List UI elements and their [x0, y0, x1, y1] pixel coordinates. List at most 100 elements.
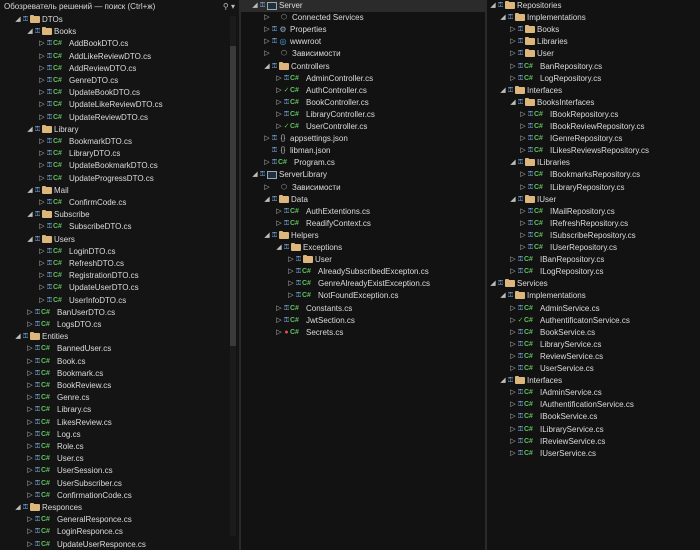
collapse-arrow-icon[interactable]: ▷ — [287, 266, 295, 278]
tree-item[interactable]: ▷ ⚿C# ConfirmationCode.cs — [0, 490, 239, 502]
tree-item[interactable]: ▷ ⚿C# RefreshDTO.cs — [0, 258, 239, 270]
tree-item[interactable]: ▷ ⚿C# BanUserDTO.cs — [0, 307, 239, 319]
collapse-arrow-icon[interactable]: ▷ — [509, 61, 517, 73]
tree-item[interactable]: ▷ ⚿C# UpdateReviewDTO.cs — [0, 112, 239, 124]
collapse-arrow-icon[interactable]: ▷ — [26, 307, 34, 319]
tree-item[interactable]: ▷ ⚿C# IUserRepository.cs — [487, 242, 700, 254]
collapse-arrow-icon[interactable]: ▷ — [275, 218, 283, 230]
tree-item[interactable]: ▷ ⚿C# ReviewService.cs — [487, 351, 700, 363]
tree-item[interactable]: ▷ ⚿C# LibraryController.cs — [241, 109, 485, 121]
tree-item[interactable]: ▷ ⚿C# UpdateLikeReviewDTO.cs — [0, 99, 239, 111]
collapse-arrow-icon[interactable]: ▷ — [38, 38, 46, 50]
collapse-arrow-icon[interactable]: ▷ — [26, 417, 34, 429]
collapse-arrow-icon[interactable]: ▷ — [519, 218, 527, 230]
tree-item[interactable]: ◢ ⚿ Repositories — [487, 0, 700, 12]
tree-item[interactable]: ◢ ⚿ Subscribe — [0, 209, 239, 221]
expand-arrow-icon[interactable]: ◢ — [489, 278, 497, 290]
expand-arrow-icon[interactable]: ◢ — [14, 331, 22, 343]
tree-item[interactable]: ▷ ⚿C# BanRepository.cs — [487, 61, 700, 73]
collapse-arrow-icon[interactable]: ▷ — [38, 87, 46, 99]
tree-item[interactable]: ▷ ⚿C# Bookmark.cs — [0, 368, 239, 380]
collapse-arrow-icon[interactable]: ▷ — [26, 478, 34, 490]
tree-item[interactable]: ▷ ⚿C# RegistrationDTO.cs — [0, 270, 239, 282]
tree-item[interactable]: ▷ ⚿C# IBookService.cs — [487, 411, 700, 423]
tree-item[interactable]: ◢ ⚿ IUser — [487, 194, 700, 206]
collapse-arrow-icon[interactable]: ▷ — [26, 356, 34, 368]
tree-item[interactable]: ◢ ⚿ Services — [487, 278, 700, 290]
tree-item[interactable]: ▷ ⚿C# UpdateBookmarkDTO.cs — [0, 160, 239, 172]
tree-item[interactable]: ▷ ⚿C# Constants.cs — [241, 303, 485, 315]
collapse-arrow-icon[interactable]: ▷ — [519, 206, 527, 218]
tree-item[interactable]: ▷ ⬡ Зависимости — [241, 182, 485, 194]
collapse-arrow-icon[interactable]: ▷ — [509, 387, 517, 399]
collapse-arrow-icon[interactable]: ▷ — [38, 197, 46, 209]
tree-item[interactable]: ▷ ⚿C# Book.cs — [0, 356, 239, 368]
expand-arrow-icon[interactable]: ◢ — [499, 375, 507, 387]
collapse-arrow-icon[interactable]: ▷ — [275, 85, 283, 97]
tree-item[interactable]: ◢ ⚿ ILibraries — [487, 157, 700, 169]
collapse-arrow-icon[interactable]: ▷ — [275, 109, 283, 121]
tree-item[interactable]: ◢ ⚿ BooksInterfaces — [487, 97, 700, 109]
collapse-arrow-icon[interactable]: ▷ — [275, 315, 283, 327]
tree-item[interactable]: ▷ ⚿C# BookService.cs — [487, 327, 700, 339]
collapse-arrow-icon[interactable]: ▷ — [38, 148, 46, 160]
tree-item[interactable]: ▷ ⚿C# GenreAlreadyExistException.cs — [241, 278, 485, 290]
collapse-arrow-icon[interactable]: ▷ — [519, 121, 527, 133]
collapse-arrow-icon[interactable]: ▷ — [509, 363, 517, 375]
collapse-arrow-icon[interactable]: ▷ — [263, 182, 271, 194]
tree-item[interactable]: ▷ ⚿C# IUserService.cs — [487, 448, 700, 460]
collapse-arrow-icon[interactable]: ▷ — [38, 270, 46, 282]
collapse-arrow-icon[interactable]: ▷ — [38, 136, 46, 148]
collapse-arrow-icon[interactable]: ▷ — [275, 206, 283, 218]
tree-item[interactable]: ▷ ⚿C# IGenreRepository.cs — [487, 133, 700, 145]
tree-item[interactable]: ▷ ⚿C# IMailRepository.cs — [487, 206, 700, 218]
collapse-arrow-icon[interactable]: ▷ — [275, 121, 283, 133]
collapse-arrow-icon[interactable]: ▷ — [38, 99, 46, 111]
tree-item[interactable]: ◢ ⚿ Entities — [0, 331, 239, 343]
tree-item[interactable]: ▷ ⚿C# UserInfoDTO.cs — [0, 295, 239, 307]
tree-item[interactable]: ▷ ⚿C# BookController.cs — [241, 97, 485, 109]
collapse-arrow-icon[interactable]: ▷ — [38, 160, 46, 172]
expand-arrow-icon[interactable]: ◢ — [275, 242, 283, 254]
tree-item[interactable]: ▷ ⚿C# ILikesReviewsRepository.cs — [487, 145, 700, 157]
tree-item[interactable]: ▷ ✓C# AuthController.cs — [241, 85, 485, 97]
tree-item[interactable]: ▷ ⚿C# IBookmarksRepository.cs — [487, 169, 700, 181]
expand-arrow-icon[interactable]: ◢ — [499, 12, 507, 24]
expand-arrow-icon[interactable]: ◢ — [26, 234, 34, 246]
collapse-arrow-icon[interactable]: ▷ — [38, 51, 46, 63]
tree-item[interactable]: ▷ ●C# Secrets.cs — [241, 327, 485, 339]
collapse-arrow-icon[interactable]: ▷ — [26, 429, 34, 441]
tree-item[interactable]: ▷ ⚿C# Genre.cs — [0, 392, 239, 404]
collapse-arrow-icon[interactable]: ▷ — [509, 254, 517, 266]
collapse-arrow-icon[interactable]: ▷ — [26, 465, 34, 477]
expand-arrow-icon[interactable]: ◢ — [14, 14, 22, 26]
tree-item[interactable]: ▷ ⚿C# LikesReview.cs — [0, 417, 239, 429]
collapse-arrow-icon[interactable]: ▷ — [509, 48, 517, 60]
tree-item[interactable]: ▷ ⚿C# NotFoundException.cs — [241, 290, 485, 302]
tree-item[interactable]: ▷ ⚿C# ILibraryService.cs — [487, 424, 700, 436]
scrollbar-thumb[interactable] — [230, 46, 236, 346]
tree-item[interactable]: ▷ ✓C# AuthentificatonService.cs — [487, 315, 700, 327]
tree-item[interactable]: ▷ ⚿C# ConfirmCode.cs — [0, 197, 239, 209]
collapse-arrow-icon[interactable]: ▷ — [38, 63, 46, 75]
collapse-arrow-icon[interactable]: ▷ — [26, 514, 34, 526]
expand-arrow-icon[interactable]: ◢ — [263, 61, 271, 73]
expand-arrow-icon[interactable]: ◢ — [263, 230, 271, 242]
expand-arrow-icon[interactable]: ◢ — [499, 85, 507, 97]
tree-item[interactable]: ▷ ⚿C# SubscribeDTO.cs — [0, 221, 239, 233]
expand-arrow-icon[interactable]: ◢ — [251, 169, 259, 181]
tree-item[interactable]: ◢ ⚿ Implementations — [487, 290, 700, 302]
tree-item[interactable]: ▷ ⚿C# ISubscribeRepository.cs — [487, 230, 700, 242]
tree-item[interactable]: ◢ ⚿ Data — [241, 194, 485, 206]
scrollbar[interactable] — [230, 16, 236, 536]
collapse-arrow-icon[interactable]: ▷ — [509, 411, 517, 423]
tree-item[interactable]: ▷ ⚿C# AddReviewDTO.cs — [0, 63, 239, 75]
tree-item[interactable]: ▷ ⚿C# Role.cs — [0, 441, 239, 453]
collapse-arrow-icon[interactable]: ▷ — [263, 12, 271, 24]
tree-item[interactable]: ▷ ⚿C# LoginResponce.cs — [0, 526, 239, 538]
collapse-arrow-icon[interactable]: ▷ — [509, 424, 517, 436]
tree-item[interactable]: ▷ ⚿C# AddBookDTO.cs — [0, 38, 239, 50]
tree-item[interactable]: ▷ ⚿C# UserSubscriber.cs — [0, 478, 239, 490]
tree-item[interactable]: ▷ ⚿C# LogRepository.cs — [487, 73, 700, 85]
tree-item[interactable]: ▷ ⚿C# ReadifyContext.cs — [241, 218, 485, 230]
